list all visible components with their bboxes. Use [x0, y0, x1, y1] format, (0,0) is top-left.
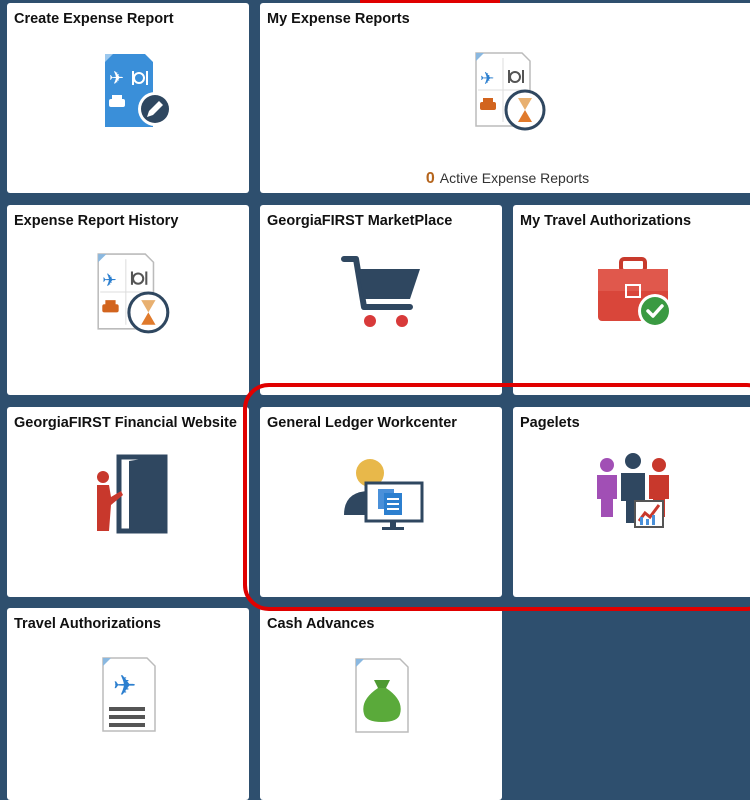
expense-document-hourglass-icon: ✈ — [97, 253, 170, 334]
tile-pagelets[interactable]: Pagelets — [513, 407, 750, 597]
svg-text:✈: ✈ — [480, 69, 494, 89]
tile-title: GeorgiaFIRST Financial Website — [14, 415, 237, 431]
tile-georgiafirst-marketplace[interactable]: GeorgiaFIRST MarketPlace — [260, 205, 502, 395]
tile-travel-authorizations[interactable]: Travel Authorizations ✈ — [7, 608, 249, 800]
user-monitor-icon — [344, 459, 424, 530]
tile-title: Create Expense Report — [14, 11, 174, 27]
tile-title: Cash Advances — [267, 616, 375, 632]
tile-my-expense-reports[interactable]: My Expense Reports ✈ 0 Active Expense Rep… — [260, 3, 750, 193]
people-chart-icon — [597, 453, 669, 528]
tile-my-travel-authorizations[interactable]: My Travel Authorizations — [513, 205, 750, 395]
tile-cash-advances[interactable]: Cash Advances — [260, 608, 502, 800]
tile-general-ledger-workcenter[interactable]: General Ledger Workcenter — [260, 407, 502, 597]
svg-text:✈: ✈ — [113, 669, 136, 702]
tile-title: GeorgiaFIRST MarketPlace — [267, 213, 453, 229]
tile-title: Pagelets — [520, 415, 580, 431]
count-label: Active Expense Reports — [439, 170, 590, 186]
svg-text:✈: ✈ — [109, 68, 124, 89]
briefcase-check-icon — [598, 257, 672, 328]
tile-create-expense-report[interactable]: Create Expense Report ✈ — [7, 3, 249, 193]
expense-document-hourglass-icon: ✈ — [475, 52, 546, 131]
count-number: 0 — [425, 170, 435, 187]
svg-text:✈: ✈ — [102, 271, 117, 291]
shopping-cart-icon — [341, 256, 420, 327]
money-bag-document-icon — [355, 658, 409, 733]
tile-title: My Expense Reports — [267, 11, 410, 27]
tile-georgiafirst-financial-website[interactable]: GeorgiaFIRST Financial Website — [7, 407, 249, 597]
tile-title: My Travel Authorizations — [520, 213, 692, 229]
active-expense-reports-count: 0 Active Expense Reports — [260, 170, 750, 188]
travel-document-icon: ✈ — [102, 657, 156, 732]
expense-document-edit-icon: ✈ — [105, 54, 171, 127]
tile-title: Expense Report History — [14, 213, 179, 229]
person-door-icon — [97, 454, 168, 534]
tile-title: General Ledger Workcenter — [267, 415, 457, 431]
tile-expense-report-history[interactable]: Expense Report History ✈ — [7, 205, 249, 395]
tile-title: Travel Authorizations — [14, 616, 161, 632]
